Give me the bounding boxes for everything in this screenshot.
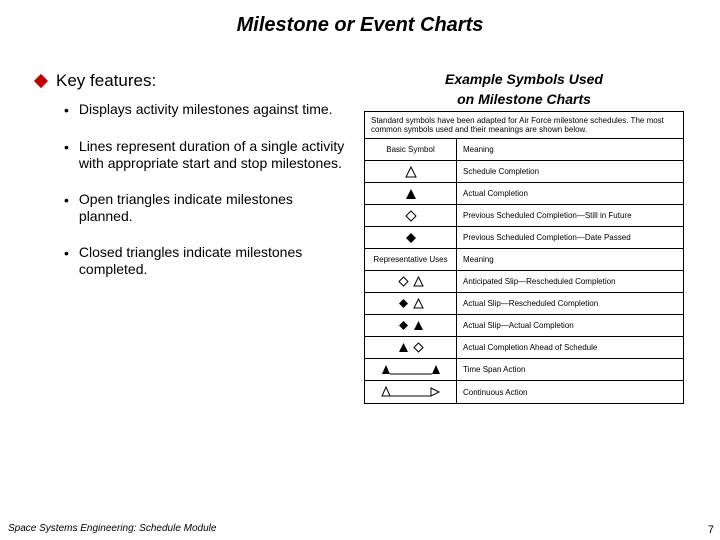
diamond-filled-icon <box>398 320 409 331</box>
left-column: Key features: • Displays activity milesto… <box>36 71 346 404</box>
table-row: Actual Slip—Actual Completion <box>365 315 683 337</box>
continuous-icon <box>381 386 441 398</box>
bullet-icon: • <box>64 244 69 279</box>
symbol-cell <box>365 337 457 358</box>
meaning-cell: Actual Completion <box>457 183 683 204</box>
symbol-cell <box>365 293 457 314</box>
meaning-cell: Previous Scheduled Completion—Still in F… <box>457 205 683 226</box>
symbol-cell <box>365 381 457 403</box>
symbol-cell <box>365 161 457 182</box>
timespan-icon <box>381 364 441 376</box>
meaning-cell: Previous Scheduled Completion—Date Passe… <box>457 227 683 248</box>
meaning-cell: Schedule Completion <box>457 161 683 182</box>
list-item: • Closed triangles indicate milestones co… <box>64 244 346 279</box>
bullet-text: Displays activity milestones against tim… <box>79 101 333 120</box>
table-row: Actual Slip—Rescheduled Completion <box>365 293 683 315</box>
table-row: Actual Completion <box>365 183 683 205</box>
diamond-filled-icon <box>405 232 417 244</box>
header-representative-uses: Representative Uses <box>365 249 457 270</box>
meaning-cell: Actual Slip—Actual Completion <box>457 315 683 336</box>
header-meaning: Meaning <box>457 139 683 160</box>
bullet-text: Lines represent duration of a single act… <box>79 138 346 173</box>
slide-title: Milestone or Event Charts <box>0 0 720 47</box>
footer-left: Space Systems Engineering: Schedule Modu… <box>8 523 216 534</box>
triangle-up-filled-icon <box>405 188 417 200</box>
diamond-open-icon <box>405 210 417 222</box>
table-row: Time Span Action <box>365 359 683 381</box>
bullet-icon: • <box>64 191 69 226</box>
table-row: Actual Completion Ahead of Schedule <box>365 337 683 359</box>
header-meaning: Meaning <box>457 249 683 270</box>
meaning-cell: Anticipated Slip—Rescheduled Completion <box>457 271 683 292</box>
bullet-icon: • <box>64 101 69 120</box>
right-column: Example Symbols Used on Milestone Charts… <box>364 71 684 404</box>
table-row: Schedule Completion <box>365 161 683 183</box>
triangle-up-filled-icon <box>398 342 409 353</box>
meaning-cell: Actual Completion Ahead of Schedule <box>457 337 683 358</box>
bullet-text: Open triangles indicate milestones plann… <box>79 191 346 226</box>
bullet-icon: • <box>64 138 69 173</box>
symbol-cell <box>365 183 457 204</box>
example-title-line2: on Milestone Charts <box>364 91 684 107</box>
diamond-open-icon <box>398 276 409 287</box>
diamond-open-icon <box>413 342 424 353</box>
meaning-cell: Time Span Action <box>457 359 683 380</box>
bullet-list: • Displays activity milestones against ti… <box>64 101 346 279</box>
list-item: • Open triangles indicate milestones plan… <box>64 191 346 226</box>
table-header-row: Representative Uses Meaning <box>365 249 683 271</box>
meaning-cell: Actual Slip—Rescheduled Completion <box>457 293 683 314</box>
page-number: 7 <box>708 524 714 536</box>
slide-body: Key features: • Displays activity milesto… <box>0 47 720 404</box>
table-row: Anticipated Slip—Rescheduled Completion <box>365 271 683 293</box>
symbol-cell <box>365 315 457 336</box>
key-features-label: Key features: <box>56 71 156 91</box>
table-row: Previous Scheduled Completion—Date Passe… <box>365 227 683 249</box>
table-intro: Standard symbols have been adapted for A… <box>365 112 683 139</box>
diamond-bullet-icon <box>34 74 48 88</box>
list-item: • Lines represent duration of a single ac… <box>64 138 346 173</box>
meaning-cell: Continuous Action <box>457 381 683 403</box>
table-row: Continuous Action <box>365 381 683 403</box>
symbol-cell <box>365 205 457 226</box>
header-basic-symbol: Basic Symbol <box>365 139 457 160</box>
table-header-row: Basic Symbol Meaning <box>365 139 683 161</box>
triangle-up-filled-icon <box>413 320 424 331</box>
table-row: Previous Scheduled Completion—Still in F… <box>365 205 683 227</box>
key-features-heading: Key features: <box>36 71 346 91</box>
symbol-cell <box>365 271 457 292</box>
symbol-cell <box>365 227 457 248</box>
triangle-up-open-icon <box>413 276 424 287</box>
example-title-line1: Example Symbols Used <box>364 71 684 87</box>
symbol-cell <box>365 359 457 380</box>
bullet-text: Closed triangles indicate milestones com… <box>79 244 346 279</box>
diamond-filled-icon <box>398 298 409 309</box>
symbol-table: Standard symbols have been adapted for A… <box>364 111 684 404</box>
triangle-up-open-icon <box>413 298 424 309</box>
list-item: • Displays activity milestones against ti… <box>64 101 346 120</box>
triangle-up-open-icon <box>405 166 417 178</box>
